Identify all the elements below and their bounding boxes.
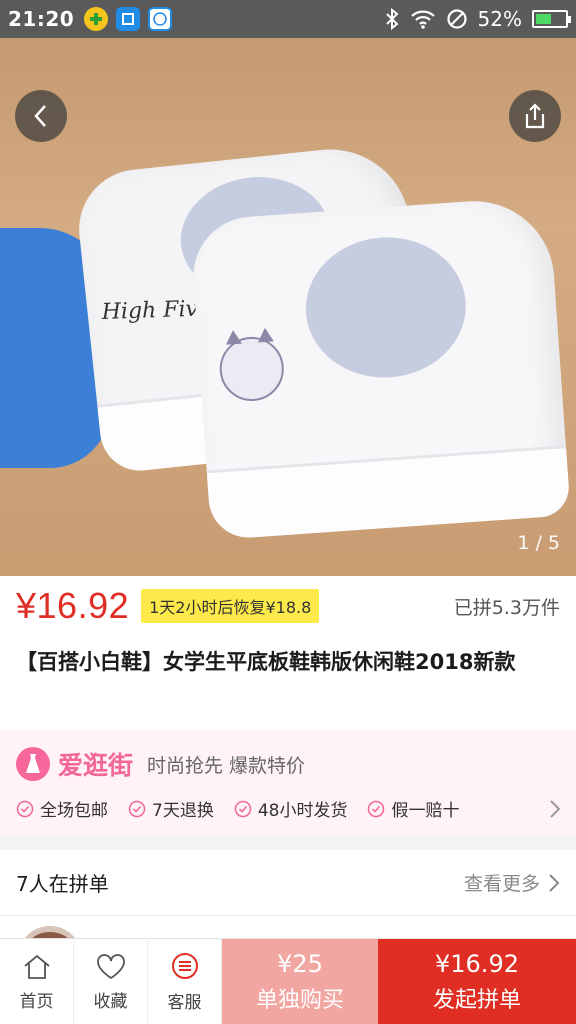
tab-favorite-label: 收藏 <box>93 991 128 1012</box>
status-time: 21:20 <box>8 7 75 31</box>
home-icon <box>23 954 50 979</box>
product-image-carousel[interactable]: High Five 1 / 5 <box>0 38 576 576</box>
guarantee-item: 48小时发货 <box>234 796 348 821</box>
group-buy-header: 7人在拼单 查看更多 <box>0 850 576 916</box>
tab-home[interactable]: 首页 <box>0 939 74 1024</box>
back-button[interactable] <box>15 90 67 142</box>
check-circle-icon <box>16 800 34 817</box>
guarantee-list[interactable]: 全场包邮 7天退换 48小时发货 假一赔十 <box>16 796 562 821</box>
guarantee-label: 全场包邮 <box>40 801 108 821</box>
buy-alone-button[interactable]: ¥25 单独购买 <box>222 939 378 1024</box>
fly-app-icon <box>148 7 173 31</box>
tab-service-label: 客服 <box>167 992 202 1013</box>
bottom-action-bar: 首页 收藏 客服 ¥25 单独购买 ¥16.92 发起拼单 <box>0 938 576 1024</box>
price-restore-badge: 1天2小时后恢复¥18.8 <box>141 589 320 623</box>
guarantee-label: 48小时发货 <box>257 801 348 821</box>
store-slogan: 时尚抢先 爆款特价 <box>147 754 306 777</box>
image-counter: 1 / 5 <box>517 532 560 554</box>
store-promo-section[interactable]: 爱逛街 时尚抢先 爆款特价 全场包邮 7天退换 48小时发货 假一赔十 <box>0 730 576 834</box>
dress-icon <box>16 747 50 781</box>
start-group-buy-button[interactable]: ¥16.92 发起拼单 <box>378 939 576 1024</box>
status-indicators: 52% <box>384 7 571 31</box>
check-circle-icon <box>234 800 252 817</box>
guarantee-item: 假一赔十 <box>367 796 459 821</box>
heart-icon <box>96 953 125 979</box>
group-price: ¥16.92 <box>435 950 519 978</box>
guarantee-label: 7天退换 <box>152 801 214 821</box>
guarantee-label: 假一赔十 <box>391 801 460 821</box>
screenshot-app-icon <box>116 7 141 31</box>
price-row: ¥16.92 1天2小时后恢复¥18.8 已拼5.3万件 <box>0 576 576 636</box>
tab-favorite[interactable]: 收藏 <box>74 939 148 1024</box>
bluetooth-icon <box>385 8 399 30</box>
check-circle-icon <box>368 800 385 817</box>
chat-icon <box>171 952 198 979</box>
cat-print-illustration <box>217 334 286 404</box>
app-notification-icon <box>84 7 109 31</box>
share-icon <box>525 103 545 129</box>
guarantee-item: 7天退换 <box>128 796 214 821</box>
group-label: 发起拼单 <box>432 988 521 1013</box>
do-not-disturb-icon <box>446 9 467 29</box>
status-bar: 21:20 52% <box>0 0 576 38</box>
chevron-right-icon <box>549 873 560 892</box>
single-label: 单独购买 <box>255 988 344 1013</box>
sold-count: 已拼5.3万件 <box>453 596 560 619</box>
tab-customer-service[interactable]: 客服 <box>148 939 222 1024</box>
current-price: ¥16.92 <box>16 585 130 626</box>
tab-home-label: 首页 <box>19 991 54 1012</box>
share-button[interactable] <box>509 90 561 142</box>
check-circle-icon <box>128 800 146 817</box>
product-photo-shoe-right <box>189 195 571 541</box>
group-buy-title: 7人在拼单 <box>16 872 109 896</box>
battery-icon <box>532 10 571 28</box>
chevron-left-icon <box>34 105 46 127</box>
single-price: ¥25 <box>277 950 323 978</box>
wifi-icon <box>410 10 435 29</box>
view-more-label: 查看更多 <box>463 873 540 895</box>
guarantee-item: 全场包邮 <box>16 796 108 821</box>
chevron-right-icon[interactable] <box>548 798 562 820</box>
product-title: 【百搭小白鞋】女学生平底板鞋韩版休闲鞋2018新款 <box>16 650 516 674</box>
store-name: 爱逛街 <box>58 751 134 780</box>
store-header: 爱逛街 时尚抢先 爆款特价 <box>16 746 305 782</box>
battery-percent: 52% <box>477 7 522 31</box>
view-more-link[interactable]: 查看更多 <box>464 869 560 896</box>
section-divider <box>0 834 576 850</box>
